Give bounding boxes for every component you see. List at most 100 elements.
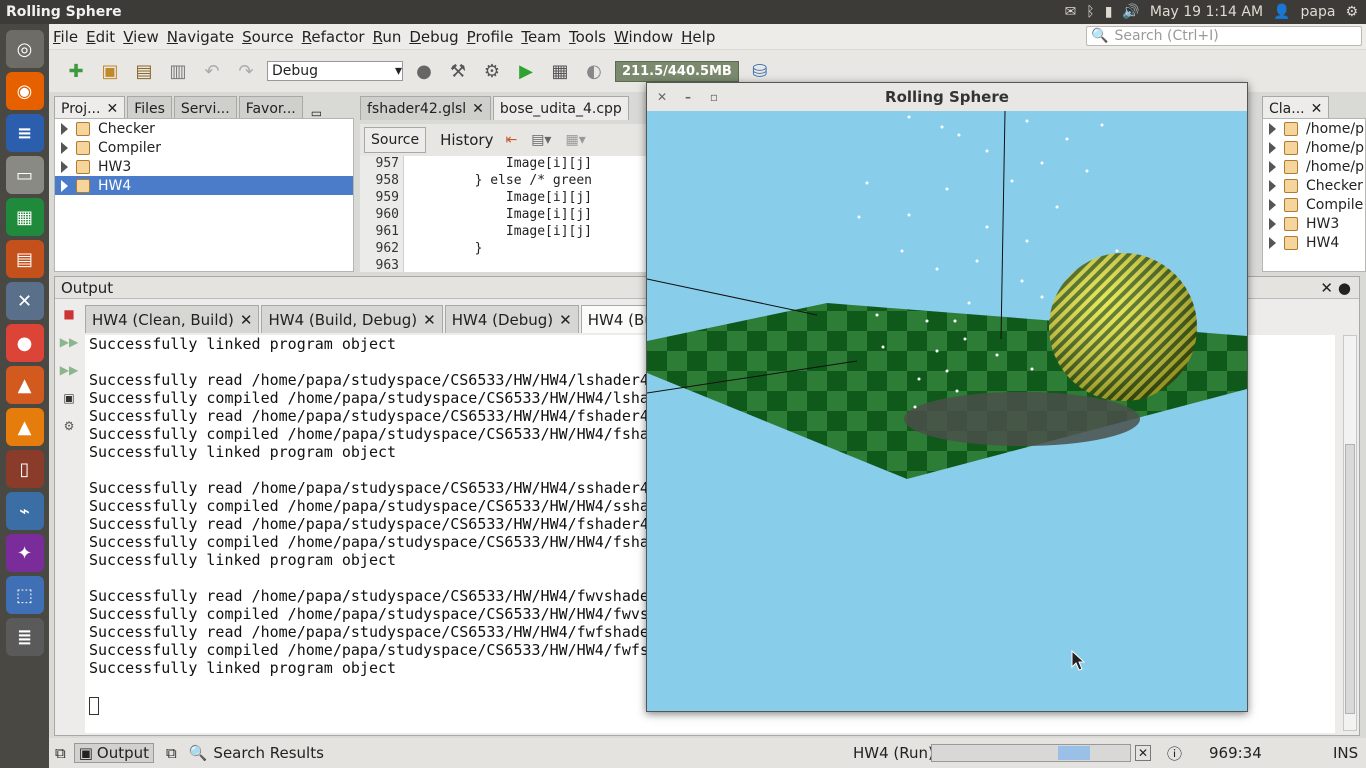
class-item[interactable]: /home/p — [1263, 119, 1365, 138]
tab-bose-udita-4[interactable]: bose_udita_4.cpp — [492, 96, 629, 120]
scrollbar-thumb[interactable] — [1345, 444, 1355, 714]
back-icon[interactable]: ⇤ — [505, 132, 517, 148]
tab-services[interactable]: Servi... — [173, 96, 237, 120]
tab-files[interactable]: Files — [127, 96, 172, 120]
new-project-icon[interactable]: ▣ — [97, 58, 123, 84]
expand-icon[interactable] — [1269, 160, 1276, 173]
tab-clean-build[interactable]: HW4 (Clean, Build) ✕ — [85, 305, 260, 333]
app-icon[interactable]: ▲ — [5, 366, 44, 404]
menu-source[interactable]: Source — [242, 28, 300, 46]
menu-refactor[interactable]: Refactor — [302, 28, 371, 46]
menu-profile[interactable]: Profile — [467, 28, 520, 46]
redo-icon[interactable]: ↷ — [233, 58, 259, 84]
menu-file[interactable]: File — [53, 28, 84, 46]
gc-icon[interactable]: ⛁ — [747, 58, 773, 84]
rerun-icon[interactable]: ▶▶ — [60, 335, 78, 349]
book-icon[interactable]: ▯ — [5, 450, 44, 488]
class-item[interactable]: /home/p — [1263, 138, 1365, 157]
cancel-icon[interactable]: ✕ — [1135, 745, 1152, 761]
clock[interactable]: May 19 1:14 AM — [1150, 4, 1263, 20]
expand-icon[interactable] — [61, 160, 68, 173]
tree-item-checker[interactable]: Checker — [55, 119, 353, 138]
expand-icon[interactable] — [61, 179, 68, 192]
chrome-icon[interactable]: ● — [5, 324, 44, 362]
settings-icon[interactable]: ⚙ — [61, 419, 77, 433]
expand-icon[interactable] — [61, 141, 68, 154]
memory-indicator[interactable]: 211.5/440.5MB — [615, 60, 739, 82]
files-icon[interactable]: ▭ — [5, 156, 44, 194]
open-project-icon[interactable]: ▤ — [131, 58, 157, 84]
volume-icon[interactable]: 🔊 — [1122, 4, 1139, 20]
nav-icon[interactable]: ▤▾ — [531, 132, 551, 148]
tree-item-compiler[interactable]: Compiler — [55, 138, 353, 157]
menu-view[interactable]: View — [123, 28, 165, 46]
undo-icon[interactable]: ↶ — [199, 58, 225, 84]
nav2-icon[interactable]: ▦▾ — [565, 132, 585, 148]
maximize-icon[interactable]: ▫ — [705, 89, 723, 105]
clean-build-icon[interactable]: ⚙ — [479, 58, 505, 84]
close-icon[interactable]: ✕ — [106, 101, 118, 117]
expand-icon[interactable] — [1269, 141, 1276, 154]
menu-help[interactable]: Help — [681, 28, 721, 46]
terminal-icon[interactable]: ▣ — [61, 391, 77, 405]
debug-icon[interactable]: ▦ — [547, 58, 573, 84]
sphere-config-icon[interactable]: ● — [411, 58, 437, 84]
tab-fshader42[interactable]: fshader42.glsl ✕ — [360, 96, 491, 120]
tab-classes[interactable]: Cla... ✕ — [1262, 96, 1330, 120]
impress-icon[interactable]: ▤ — [5, 240, 44, 278]
restore-icon[interactable]: ⧉ — [55, 744, 66, 762]
minimize-icon[interactable]: – — [679, 89, 697, 105]
close-icon[interactable]: ✕ — [423, 311, 436, 329]
save-all-icon[interactable]: ▥ — [165, 58, 191, 84]
rerun-diff-icon[interactable]: ▶▶ — [60, 363, 78, 377]
menu-debug[interactable]: Debug — [409, 28, 464, 46]
class-item[interactable]: /home/p — [1263, 157, 1365, 176]
network-icon[interactable]: ▮ — [1105, 4, 1113, 20]
output-scrollbar[interactable] — [1343, 335, 1357, 731]
build-icon[interactable]: ⚒ — [445, 58, 471, 84]
configuration-select[interactable]: Debug ▾ — [267, 61, 403, 81]
menu-window[interactable]: Window — [614, 28, 679, 46]
profile-icon[interactable]: ◐ — [581, 58, 607, 84]
tab-favorites[interactable]: Favor... — [238, 96, 303, 120]
writer-icon[interactable]: ≡ — [5, 114, 44, 152]
tab-history[interactable]: History — [432, 131, 501, 149]
class-item[interactable]: HW3 — [1263, 214, 1365, 233]
menu-run[interactable]: Run — [373, 28, 408, 46]
expand-icon[interactable] — [1269, 122, 1276, 135]
expand-icon[interactable] — [1269, 198, 1276, 211]
tab-debug[interactable]: HW4 (Debug) ✕ — [444, 305, 579, 333]
code-editor[interactable]: 957 958 959 960 961 962 963 Image[i][j] … — [360, 156, 650, 273]
close-icon[interactable]: ✕ — [1320, 279, 1333, 297]
class-item[interactable]: Checker — [1263, 176, 1365, 195]
notification-icon[interactable]: ⓘ — [1167, 743, 1182, 764]
close-icon[interactable]: ✕ — [653, 89, 671, 105]
user-name[interactable]: papa — [1301, 4, 1336, 20]
class-item[interactable]: HW4 — [1263, 233, 1365, 252]
menu-tools[interactable]: Tools — [569, 28, 612, 46]
new-file-icon[interactable]: ✚ — [63, 58, 89, 84]
restore-icon[interactable]: ⧉ — [166, 744, 177, 762]
tab-search-results[interactable]: 🔍 Search Results — [189, 744, 324, 762]
tree-item-hw3[interactable]: HW3 — [55, 157, 353, 176]
close-icon[interactable]: ✕ — [240, 311, 253, 329]
search-input[interactable]: 🔍 Search (Ctrl+I) — [1086, 26, 1362, 46]
mail-icon[interactable]: ✉ — [1065, 4, 1077, 20]
render-canvas[interactable] — [646, 110, 1247, 711]
expand-icon[interactable] — [1269, 179, 1276, 192]
virtualbox-icon[interactable]: ⬚ — [5, 576, 44, 614]
close-icon[interactable]: ✕ — [1311, 101, 1323, 117]
session-icon[interactable]: ⚙ — [1345, 4, 1358, 20]
minimize-icon[interactable]: ● — [1338, 279, 1351, 297]
class-item[interactable]: Compile — [1263, 195, 1365, 214]
tab-output-minimized[interactable]: ▣ Output — [73, 743, 155, 763]
expand-icon[interactable] — [1269, 217, 1276, 230]
settings-icon[interactable]: ✕ — [5, 282, 44, 320]
vlc-icon[interactable]: ▲ — [5, 408, 44, 446]
tab-source[interactable]: Source — [364, 127, 427, 153]
run-icon[interactable]: ▶ — [513, 58, 539, 84]
stack-icon[interactable]: ≣ — [5, 618, 44, 656]
tree-item-hw4[interactable]: HW4 — [55, 176, 353, 195]
close-icon[interactable]: ✕ — [559, 311, 572, 329]
tab-build-debug[interactable]: HW4 (Build, Debug) ✕ — [261, 305, 443, 333]
